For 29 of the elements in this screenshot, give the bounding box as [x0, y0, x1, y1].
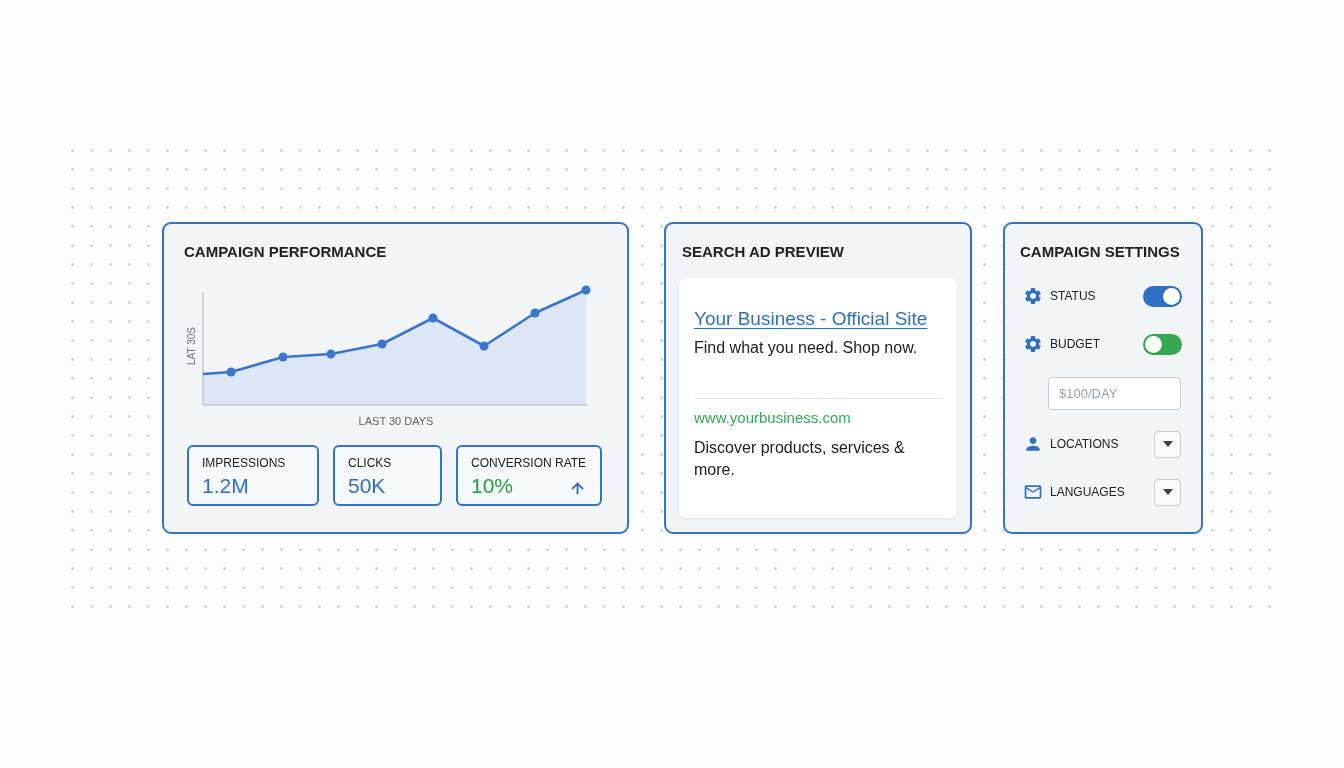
card-title: SEARCH AD PREVIEW: [682, 242, 844, 262]
setting-label: LOCATIONS: [1050, 436, 1119, 452]
ad-tagline: Find what you need. Shop now.: [694, 338, 918, 358]
stat-label: CLICKS: [348, 456, 392, 471]
stat-value: 10%: [471, 473, 514, 498]
toggle-switch[interactable]: [1143, 333, 1182, 355]
card-title: CAMPAIGN PERFORMANCE: [184, 242, 387, 262]
ad-display-url: www.yourbusiness.com: [694, 408, 851, 428]
card-title: CAMPAIGN SETTINGS: [1020, 242, 1180, 262]
stat-value: 50K: [348, 473, 386, 498]
axis-label: LAT 30S: [186, 327, 198, 365]
gear-icon: [1023, 286, 1043, 306]
dropdown-button[interactable]: [1154, 478, 1181, 506]
setting-label: LANGUAGES: [1050, 484, 1125, 500]
toggle-switch[interactable]: [1143, 285, 1182, 307]
caret-down-icon: [1162, 441, 1173, 447]
dropdown-button[interactable]: [1154, 430, 1181, 458]
setting-label: BUDGET: [1050, 336, 1100, 352]
axis-label: LAST 30 DAYS: [358, 414, 434, 428]
ad-description: Discover products, services & more.: [694, 438, 906, 480]
ad-headline-link[interactable]: Your Business - Official Site: [694, 307, 928, 331]
stat-label: CONVERSION RATE: [471, 456, 587, 471]
setting-label: STATUS: [1050, 288, 1096, 304]
stat-label: IMPRESSIONS: [202, 456, 286, 471]
caret-down-icon: [1162, 489, 1173, 495]
stat-value: 1.2M: [202, 473, 249, 498]
gear-icon: [1023, 334, 1043, 354]
mail-icon: [1023, 482, 1043, 502]
budget-input[interactable]: $100/DAY: [1048, 377, 1181, 410]
